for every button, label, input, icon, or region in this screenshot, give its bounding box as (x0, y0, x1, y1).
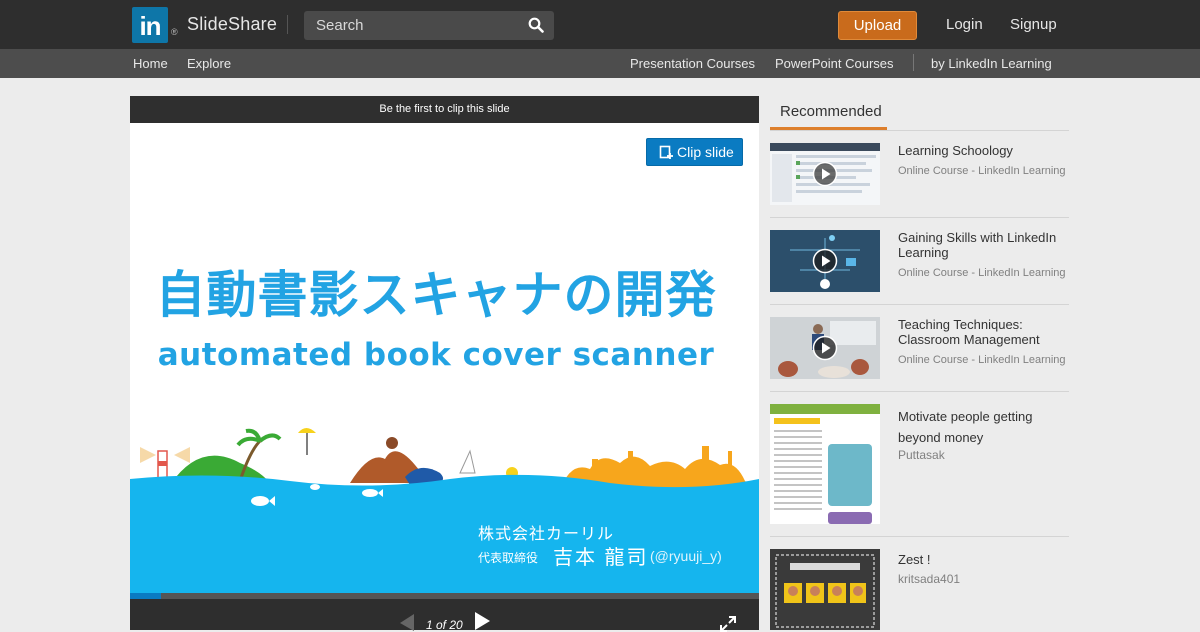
recommended-item[interactable]: Teaching Techniques: Classroom Managemen… (770, 317, 1069, 379)
login-link[interactable]: Login (946, 16, 983, 33)
recommended-item[interactable]: Motivate people getting beyond money Put… (770, 404, 1069, 524)
item-divider (770, 391, 1069, 392)
recommended-thumbnail[interactable] (770, 404, 880, 524)
search-icon[interactable] (528, 17, 544, 33)
clip-icon (659, 145, 673, 159)
recommended-subtitle: Online Course - LinkedIn Learning (898, 165, 1066, 177)
nav-presentation-courses[interactable]: Presentation Courses (630, 56, 755, 71)
sidebar-divider (770, 130, 1069, 131)
recommended-title[interactable]: Teaching Techniques: Classroom Managemen… (898, 317, 1069, 347)
recommended-item[interactable]: Learning Schoology Online Course - Linke… (770, 143, 1069, 205)
clip-slide-label: Clip slide (677, 144, 734, 160)
nav-explore[interactable]: Explore (187, 56, 231, 71)
play-icon[interactable] (812, 248, 838, 274)
search-box[interactable]: Search (304, 11, 554, 40)
item-divider (770, 536, 1069, 537)
recommended-item[interactable]: Gaining Skills with LinkedIn Learning On… (770, 230, 1069, 292)
clip-notice: Be the first to clip this slide (130, 96, 759, 123)
search-input[interactable]: Search (316, 17, 364, 34)
slide-rep-role: 代表取締役 (478, 551, 539, 565)
slide-player: Be the first to clip this slide Clip sli… (130, 96, 759, 632)
brand-name[interactable]: SlideShare (187, 14, 277, 35)
recommended-subtitle: Online Course - LinkedIn Learning (898, 267, 1066, 279)
sea (130, 474, 759, 593)
clip-slide-button[interactable]: Clip slide (646, 138, 743, 166)
slide-rep-handle: (@ryuuji_y) (650, 548, 722, 564)
recommended-title[interactable]: Learning Schoology (898, 143, 1069, 158)
slide-title-en: automated book cover scanner (157, 337, 715, 373)
slide-rep-name: 吉本 龍司 (553, 547, 649, 569)
recommended-title[interactable]: Zest ! (898, 552, 1069, 567)
upload-button[interactable]: Upload (838, 11, 917, 40)
nav-bar: Home Explore Presentation Courses PowerP… (0, 49, 1200, 78)
logo-divider (287, 15, 288, 34)
recommended-title[interactable]: Gaining Skills with LinkedIn Learning (898, 230, 1069, 260)
tab-recommended[interactable]: Recommended (780, 103, 882, 120)
recommended-thumbnail[interactable] (770, 549, 880, 630)
recommended-item[interactable]: Zest ! kritsada401 (770, 549, 1069, 630)
item-divider (770, 217, 1069, 218)
top-bar: in ® SlideShare Search Upload Login Sign… (0, 0, 1200, 49)
nav-by-linkedin-learning[interactable]: by LinkedIn Learning (931, 56, 1052, 71)
player-controls: 1 of 20 (130, 599, 759, 632)
signup-link[interactable]: Signup (1010, 16, 1057, 33)
previous-slide-icon[interactable] (398, 613, 416, 631)
play-icon[interactable] (812, 161, 838, 187)
nav-powerpoint-courses[interactable]: PowerPoint Courses (775, 56, 894, 71)
play-icon[interactable] (812, 335, 838, 361)
nav-divider (913, 54, 914, 71)
nav-home[interactable]: Home (133, 56, 168, 71)
linkedin-logo-icon[interactable]: in (132, 7, 168, 43)
recommended-title[interactable]: Motivate people getting beyond money (898, 406, 1069, 448)
slide-view[interactable]: Clip slide 自動書影スキャナの開発 automated book co… (130, 123, 759, 593)
next-slide-icon[interactable] (473, 611, 491, 631)
item-divider (770, 304, 1069, 305)
seaside-illustration (130, 428, 759, 593)
registered-mark: ® (171, 27, 178, 37)
slide-title-jp: 自動書影スキャナの開発 (155, 266, 717, 324)
recommended-subtitle: Puttasak (898, 448, 945, 462)
recommended-subtitle: Online Course - LinkedIn Learning (898, 354, 1066, 366)
recommended-subtitle: kritsada401 (898, 572, 961, 586)
